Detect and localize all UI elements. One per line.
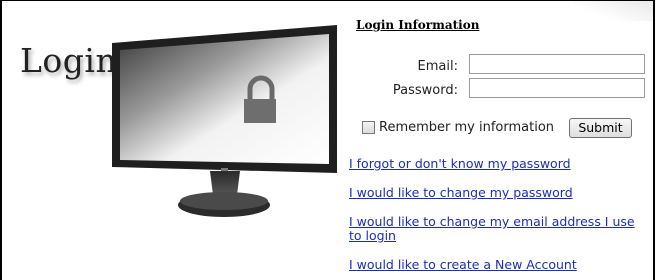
email-label: Email:: [417, 59, 458, 74]
forgot-password-link[interactable]: I forgot or don't know my password: [349, 157, 649, 171]
login-panel: Login Login Information Email: Password:…: [0, 0, 655, 280]
page-title: Login: [20, 41, 118, 80]
monitor-illustration: [112, 25, 337, 217]
email-field[interactable]: [469, 54, 645, 74]
corner-shadow: [573, 1, 653, 21]
password-label: Password:: [392, 83, 458, 98]
submit-button[interactable]: Submit: [569, 118, 632, 138]
change-password-link[interactable]: I would like to change my password: [349, 186, 649, 200]
remember-label: Remember my information: [379, 120, 555, 135]
section-title: Login Information: [356, 18, 480, 32]
remember-checkbox[interactable]: [362, 121, 375, 134]
change-email-link[interactable]: I would like to change my email address …: [349, 215, 649, 243]
password-field[interactable]: [469, 78, 645, 98]
remember-option: Remember my information: [362, 120, 554, 135]
create-account-link[interactable]: I would like to create a New Account: [349, 258, 649, 272]
